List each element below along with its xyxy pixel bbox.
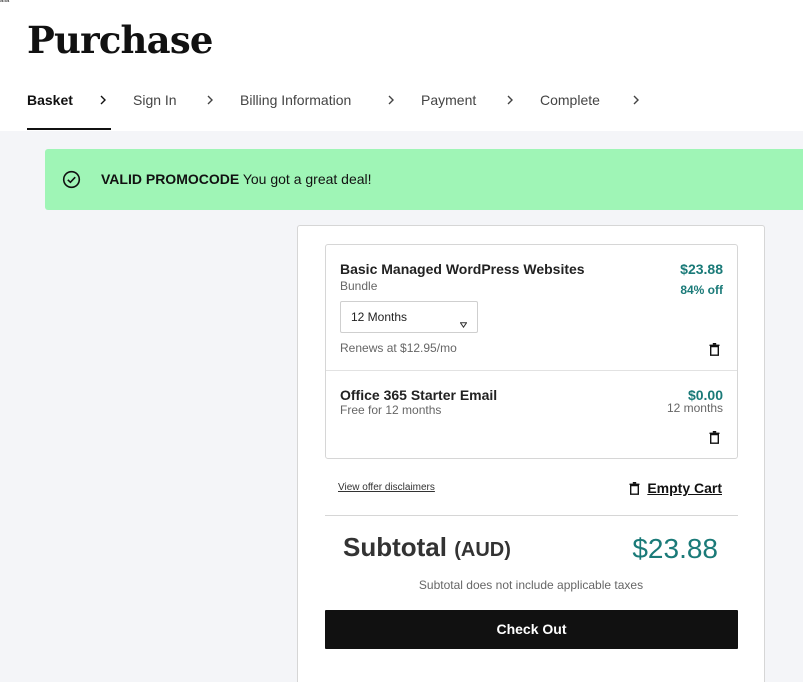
item-subtitle: Free for 12 months xyxy=(340,403,442,417)
order-summary-panel: Basic Managed WordPress Websites Bundle … xyxy=(297,225,765,682)
cart-item: Office 365 Starter Email Free for 12 mon… xyxy=(326,371,737,458)
item-name: Office 365 Starter Email xyxy=(340,387,498,403)
check-circle-icon xyxy=(62,170,81,189)
step-billing-information[interactable]: Billing Information xyxy=(240,92,351,108)
chevron-right-icon xyxy=(204,93,216,107)
step-payment[interactable]: Payment xyxy=(421,92,476,108)
empty-cart-label: Empty Cart xyxy=(647,480,722,496)
subtotal-label: Subtotal (AUD) xyxy=(343,532,511,563)
tax-note: Subtotal does not include applicable tax… xyxy=(418,578,644,592)
chevron-right-icon xyxy=(504,93,516,107)
promo-message: VALID PROMOCODE You got a great deal! xyxy=(101,171,372,187)
promo-status: VALID PROMOCODE xyxy=(101,171,240,187)
item-term: 12 months xyxy=(666,401,723,415)
trash-icon xyxy=(629,481,640,495)
checkout-steps: Basket Sign In Billing Information Payme… xyxy=(0,84,803,131)
step-complete[interactable]: Complete xyxy=(540,92,600,108)
cart-item: Basic Managed WordPress Websites Bundle … xyxy=(326,245,737,371)
item-name: Basic Managed WordPress Websites xyxy=(340,261,585,277)
step-basket[interactable]: Basket xyxy=(27,92,73,108)
view-offer-disclaimers-link[interactable]: View offer disclaimers xyxy=(338,482,435,493)
renewal-price: Renews at $12.95/mo xyxy=(340,341,457,355)
step-sign-in[interactable]: Sign In xyxy=(133,92,177,108)
subtotal-value: $23.88 xyxy=(632,533,718,564)
item-discount: 84% off xyxy=(680,283,723,297)
cart-items: Basic Managed WordPress Websites Bundle … xyxy=(325,244,738,459)
check-out-button[interactable]: Check Out xyxy=(325,610,738,649)
chevron-right-icon xyxy=(385,93,397,107)
cart-content: VALID PROMOCODE You got a great deal! Ba… xyxy=(0,131,803,682)
promo-text: You got a great deal! xyxy=(239,171,372,187)
item-subtitle: Bundle xyxy=(340,279,378,293)
item-price: $23.88 xyxy=(680,261,723,277)
term-select-value: 12 Months xyxy=(351,310,408,324)
corner-label: alia xyxy=(0,0,10,4)
trash-icon[interactable] xyxy=(709,431,720,444)
caret-down-icon xyxy=(459,315,468,329)
term-select[interactable]: 12 Months xyxy=(340,301,478,333)
trash-icon[interactable] xyxy=(709,343,720,356)
chevron-right-icon xyxy=(97,93,109,107)
page-title: Purchase xyxy=(27,18,213,62)
chevron-right-icon xyxy=(630,93,642,107)
divider xyxy=(325,515,738,516)
promo-banner: VALID PROMOCODE You got a great deal! xyxy=(45,149,803,210)
subtotal-text: Subtotal xyxy=(343,532,447,562)
empty-cart-link[interactable]: Empty Cart xyxy=(629,480,722,496)
active-step-underline xyxy=(27,128,111,130)
subtotal-currency: (AUD) xyxy=(454,539,511,561)
